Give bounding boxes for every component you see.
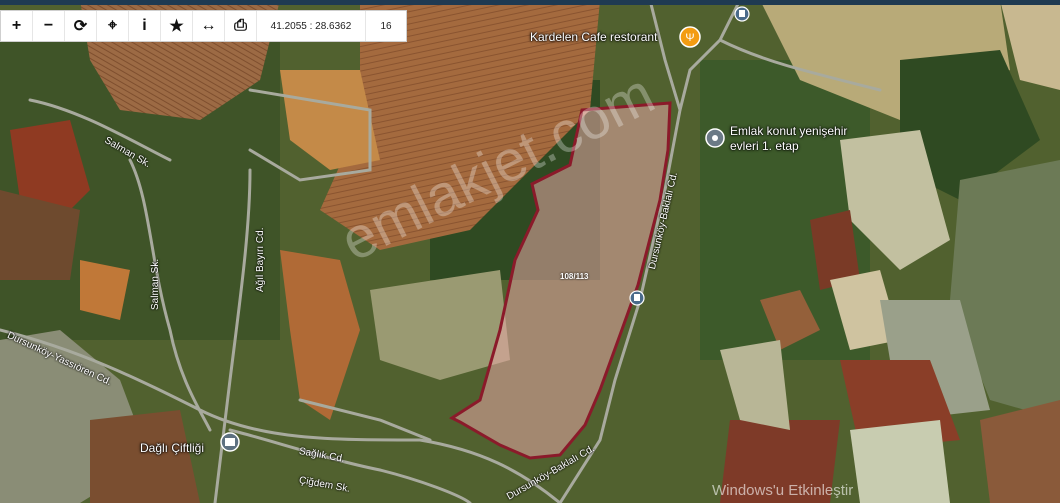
cafe-fork-glyph: Ψ (685, 32, 694, 44)
zoom-level-readout: 16 (380, 20, 392, 32)
coordinates-readout: 41.2055 : 28.6362 (257, 11, 366, 41)
street-agil-bayiri: Ağıl Bayırı Cd. (255, 227, 266, 292)
emlak-marker-dot (712, 135, 718, 141)
top-edge-bar (0, 0, 1060, 5)
refresh-icon[interactable]: ⟳ (65, 11, 97, 41)
street-salman-2: Salman Sk. (150, 258, 161, 310)
dagli-label: Dağlı Çiftliği (140, 441, 205, 455)
field-southeast-pale (850, 420, 950, 503)
map-toolbar: + − ⟳ ⌖ i ★ ↔ ⎙ 41.2055 : 28.6362 16 (0, 10, 407, 42)
emlak-label-line2: evleri 1. etap (730, 139, 799, 153)
emlak-label-line1: Emlak konut yenişehir (730, 124, 848, 138)
windows-activation-watermark: Windows'u Etkinleştir (712, 482, 854, 499)
info-icon[interactable]: i (129, 11, 161, 41)
dagli-building-glyph (225, 438, 235, 446)
zoom-out-icon[interactable]: − (33, 11, 65, 41)
satellite-map[interactable]: Ψ (0, 0, 1060, 503)
print-icon[interactable]: ⎙ (225, 11, 257, 41)
star-icon[interactable]: ★ (161, 11, 193, 41)
cafe-label: Kardelen Cafe restorant (530, 30, 658, 44)
bus-stop-mid-glyph (634, 294, 640, 301)
parcel-id-label: 108/113 (560, 272, 589, 281)
bus-stop-north-glyph (739, 10, 745, 17)
measure-icon[interactable]: ↔ (193, 11, 225, 41)
crosshair-icon[interactable]: ⌖ (97, 11, 129, 41)
zoom-in-icon[interactable]: + (1, 11, 33, 41)
